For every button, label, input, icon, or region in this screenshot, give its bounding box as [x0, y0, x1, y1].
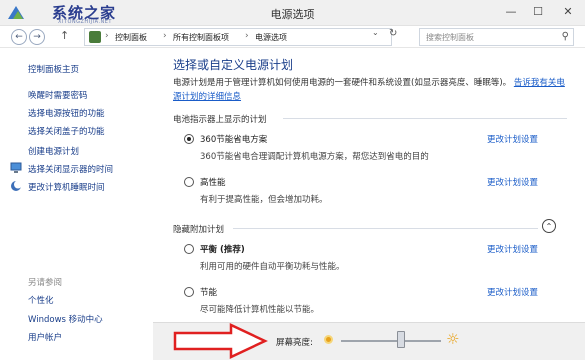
- sidebar-item-wake-password[interactable]: 唤醒时需要密码: [28, 89, 88, 101]
- sidebar: 控制面板主页 唤醒时需要密码 选择电源按钮的功能 选择关闭盖子的功能 创建电源计…: [0, 49, 153, 360]
- breadcrumb-power-options[interactable]: 电源选项: [255, 32, 287, 43]
- plan-name-balanced[interactable]: 平衡 (推荐): [200, 243, 245, 255]
- sidebar-item-personalize[interactable]: 个性化: [28, 294, 54, 306]
- change-plan-settings-high-performance[interactable]: 更改计划设置: [487, 176, 538, 188]
- up-button[interactable]: ↑: [60, 29, 69, 42]
- moon-icon: [11, 180, 22, 191]
- search-placeholder: 搜索控制面板: [426, 33, 474, 42]
- chevron-up-icon: ⌃: [545, 221, 553, 231]
- annotation-arrow-icon: [173, 323, 268, 359]
- breadcrumb-control-panel[interactable]: 控制面板: [115, 32, 147, 43]
- close-button[interactable]: ✕: [554, 2, 582, 20]
- main-content: 选择或自定义电源计划 电源计划是用于管理计算机如何使用电源的一套硬件和系统设置(…: [153, 49, 585, 360]
- brightness-slider-track[interactable]: [341, 340, 441, 342]
- sidebar-item-mobility-center[interactable]: Windows 移动中心: [28, 313, 103, 325]
- sidebar-item-create-plan[interactable]: 创建电源计划: [28, 145, 79, 157]
- plan-desc-power-saver: 尽可能降低计算机性能以节能。: [200, 305, 320, 315]
- section-divider: [283, 118, 567, 119]
- sidebar-item-sleep-time[interactable]: 更改计算机睡眠时间: [28, 181, 105, 193]
- title-bar: 系统之家 XITONGZHIJIA.NET 电源选项 — ☐ ✕: [0, 0, 585, 26]
- sidebar-item-power-button[interactable]: 选择电源按钮的功能: [28, 107, 105, 119]
- plan-radio-balanced[interactable]: [184, 244, 194, 254]
- brightness-label: 屏幕亮度:: [276, 338, 313, 348]
- plan-desc-high-performance: 有利于提高性能，但会增加功耗。: [200, 195, 328, 205]
- arrow-right-icon: →: [33, 32, 41, 42]
- breadcrumb-all-items[interactable]: 所有控制面板项: [173, 32, 229, 43]
- brightness-low-icon: [324, 335, 333, 344]
- address-box[interactable]: › 控制面板 › 所有控制面板项 › 电源选项: [84, 28, 392, 46]
- plan-name-power-saver[interactable]: 节能: [200, 286, 217, 298]
- arrow-up-icon: ↑: [60, 29, 70, 42]
- description-text: 电源计划是用于管理计算机如何使用电源的一套硬件和系统设置(如显示器亮度、睡眠等)…: [173, 78, 512, 88]
- plan-name-high-performance[interactable]: 高性能: [200, 176, 226, 188]
- page-description: 电源计划是用于管理计算机如何使用电源的一套硬件和系统设置(如显示器亮度、睡眠等)…: [173, 76, 573, 104]
- maximize-icon: ☐: [533, 4, 543, 18]
- address-dropdown-icon[interactable]: ⌄: [372, 28, 379, 37]
- forward-button[interactable]: →: [29, 29, 45, 45]
- window-title: 电源选项: [270, 8, 315, 21]
- control-panel-icon: [89, 31, 101, 43]
- search-icon: ⚲: [561, 31, 569, 42]
- page-title: 选择或自定义电源计划: [173, 58, 294, 72]
- arrow-left-icon: ←: [15, 32, 23, 42]
- collapse-button[interactable]: ⌃: [542, 219, 556, 233]
- section-battery-plans: 电池指示器上显示的计划: [173, 115, 267, 125]
- chevron-right-icon: ›: [163, 31, 167, 41]
- change-plan-settings-360[interactable]: 更改计划设置: [487, 133, 538, 145]
- chevron-right-icon: ›: [105, 31, 109, 41]
- plan-name-360[interactable]: 360节能省电方案: [200, 133, 267, 145]
- search-input[interactable]: 搜索控制面板 ⚲: [419, 28, 574, 46]
- maximize-button[interactable]: ☐: [527, 2, 549, 20]
- plan-desc-360: 360节能省电合理调配计算机电源方案，帮您达到省电的目的: [200, 152, 429, 162]
- refresh-icon[interactable]: ↻: [389, 28, 397, 39]
- sidebar-item-display-off[interactable]: 选择关闭显示器的时间: [28, 163, 113, 175]
- chevron-right-icon: ›: [245, 31, 249, 41]
- sidebar-item-home[interactable]: 控制面板主页: [28, 63, 79, 75]
- plan-radio-power-saver[interactable]: [184, 287, 194, 297]
- change-plan-settings-power-saver[interactable]: 更改计划设置: [487, 286, 538, 298]
- close-icon: ✕: [563, 4, 573, 18]
- plan-radio-high-performance[interactable]: [184, 177, 194, 187]
- monitor-icon: [10, 162, 22, 173]
- minimize-button[interactable]: —: [500, 2, 522, 20]
- change-plan-settings-balanced[interactable]: 更改计划设置: [487, 243, 538, 255]
- back-button[interactable]: ←: [11, 29, 27, 45]
- section-hidden-plans: 隐藏附加计划: [173, 225, 225, 235]
- brightness-slider-thumb[interactable]: [397, 331, 405, 348]
- plan-desc-balanced: 利用可用的硬件自动平衡功耗与性能。: [200, 262, 345, 272]
- plan-radio-360[interactable]: [184, 134, 194, 144]
- see-also-heading: 另请参阅: [28, 278, 63, 288]
- sidebar-item-user-accounts[interactable]: 用户帐户: [28, 331, 62, 343]
- sidebar-item-lid-close[interactable]: 选择关闭盖子的功能: [28, 125, 105, 137]
- minimize-icon: —: [505, 4, 517, 18]
- section-divider: [233, 228, 538, 229]
- brightness-high-icon: ☼: [446, 330, 460, 348]
- address-bar: ← → ↑ › 控制面板 › 所有控制面板项 › 电源选项 ⌄ ↻ 搜索控制面板…: [0, 26, 585, 48]
